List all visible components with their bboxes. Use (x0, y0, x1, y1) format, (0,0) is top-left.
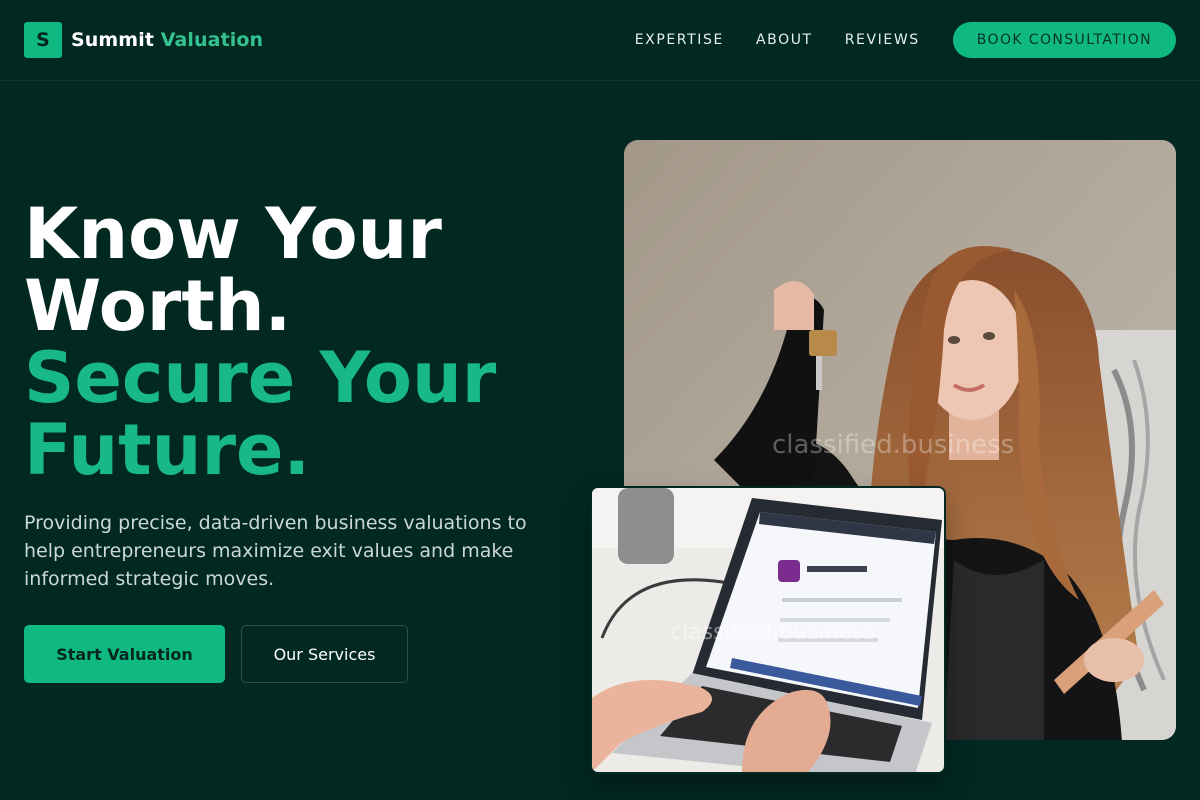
hero-photo-laptop: classified.business (592, 488, 944, 772)
nav-link-reviews[interactable]: REVIEWS (845, 32, 920, 48)
hero-title-line-1: Know Your (24, 193, 442, 275)
logo-mark: S (24, 22, 62, 58)
hero-title: Know Your Worth. Secure Your Future. (24, 198, 584, 486)
nav-link-expertise[interactable]: EXPERTISE (635, 32, 724, 48)
main-nav: EXPERTISE ABOUT REVIEWS BOOK CONSULTATIO… (635, 22, 1176, 58)
logo-text: Summit Valuation (71, 29, 263, 51)
site-header: S Summit Valuation EXPERTISE ABOUT REVIE… (0, 0, 1200, 81)
logo-text-part1: Summit (71, 29, 155, 51)
hero-title-line-2: Worth. (24, 265, 292, 347)
nav-link-about[interactable]: ABOUT (756, 32, 813, 48)
book-consultation-button[interactable]: BOOK CONSULTATION (952, 22, 1176, 58)
logo-text-part2: Valuation (160, 29, 264, 51)
start-valuation-button[interactable]: Start Valuation (24, 625, 225, 683)
our-services-button[interactable]: Our Services (241, 625, 408, 683)
hero-subtitle: Providing precise, data-driven business … (24, 512, 527, 590)
hero-title-accent-line-1: Secure Your (24, 337, 497, 419)
hero-title-accent-line-2: Future. (24, 409, 311, 491)
laptop-photo-illustration (592, 488, 944, 772)
logo[interactable]: S Summit Valuation (24, 22, 263, 58)
